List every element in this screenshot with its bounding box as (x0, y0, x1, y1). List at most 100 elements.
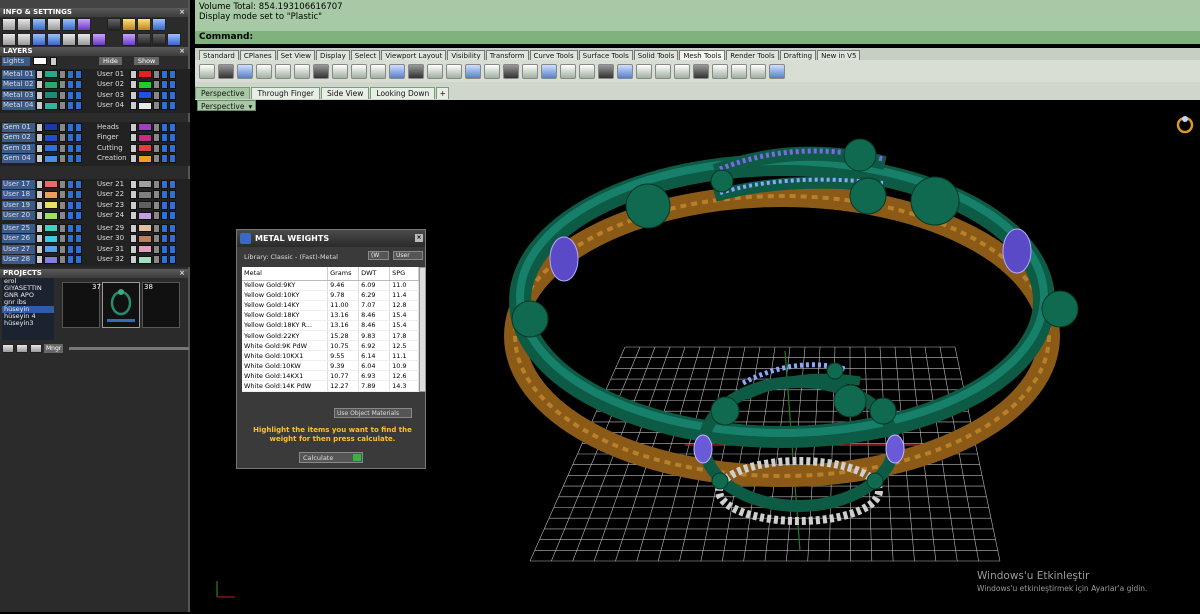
project-thumbnail[interactable] (102, 282, 140, 328)
visibility-toggle[interactable] (67, 190, 74, 199)
mesh-cylinder-icon[interactable] (579, 64, 595, 79)
lock-icon[interactable] (59, 101, 66, 110)
mesh-torus-icon[interactable] (560, 64, 576, 79)
layer-color-swatch[interactable] (138, 180, 152, 188)
project-list[interactable]: erolGIYASETTINGNR APOgnr ibshüseyinhüsey… (2, 278, 54, 340)
layer-name[interactable]: User 28 (2, 255, 35, 264)
lock-icon[interactable] (59, 224, 66, 233)
layer-arrow[interactable] (130, 234, 137, 243)
lock-icon[interactable] (153, 234, 160, 243)
layer-name[interactable]: Gem 03 (2, 144, 35, 153)
layer-name[interactable]: User 24 (96, 211, 129, 220)
add-project-button[interactable] (2, 344, 14, 353)
visibility-toggle[interactable] (67, 234, 74, 243)
filter-icon[interactable] (62, 33, 76, 46)
viewport-label[interactable]: Perspective▾ (197, 100, 256, 111)
layer-arrow[interactable] (130, 123, 137, 132)
layer-name[interactable]: Metal 03 (2, 91, 35, 100)
layer-name[interactable]: User 01 (96, 70, 129, 79)
select-toggle[interactable] (169, 70, 176, 79)
table-row[interactable]: Yellow Gold:14KY11.007.0712.8 (242, 300, 419, 310)
visibility-toggle[interactable] (161, 211, 168, 220)
gem-icon[interactable] (77, 18, 91, 31)
lock-icon[interactable] (153, 190, 160, 199)
lock-icon[interactable] (153, 211, 160, 220)
mesh-unweld-icon[interactable] (389, 64, 405, 79)
layer-color-swatch[interactable] (138, 191, 152, 199)
lock-icon[interactable] (153, 101, 160, 110)
layer-color-swatch[interactable] (138, 201, 152, 209)
layer-row[interactable]: User 17 (2, 179, 92, 190)
visibility-toggle[interactable] (67, 255, 74, 264)
layer-arrow[interactable] (130, 180, 137, 189)
layer-arrow[interactable] (36, 224, 43, 233)
visibility-toggle[interactable] (67, 201, 74, 210)
layer-arrow[interactable] (36, 211, 43, 220)
layer-color-swatch[interactable] (138, 102, 152, 110)
visibility-toggle[interactable] (67, 123, 74, 132)
layer-arrow[interactable] (130, 211, 137, 220)
visibility-toggle[interactable] (161, 224, 168, 233)
up-button[interactable] (16, 344, 28, 353)
lock-icon[interactable] (153, 133, 160, 142)
lock-icon[interactable] (153, 224, 160, 233)
lock-icon[interactable] (59, 234, 66, 243)
layer-row[interactable]: Metal 03 (2, 90, 92, 101)
mesh-split-icon[interactable] (408, 64, 424, 79)
layer-name[interactable]: Gem 02 (2, 133, 35, 142)
layer-arrow[interactable] (130, 70, 137, 79)
layer-color-swatch[interactable] (44, 134, 58, 142)
layer-row[interactable]: User 20 (2, 211, 92, 222)
lock-icon[interactable] (153, 144, 160, 153)
table-scrollbar[interactable] (419, 267, 426, 392)
toolbar-tab[interactable]: Standard (199, 50, 239, 60)
mesh-from-surface-icon[interactable] (237, 64, 253, 79)
lock-icon[interactable] (153, 255, 160, 264)
command-line[interactable]: Command: (195, 31, 1200, 44)
table-row[interactable]: Yellow Gold:18KY13.168.4615.4 (242, 310, 419, 320)
select-toggle[interactable] (169, 255, 176, 264)
column-header[interactable]: Metal (242, 267, 328, 280)
viewport-tab[interactable]: Perspective (195, 87, 250, 99)
layer-row[interactable]: User 21 (96, 179, 186, 190)
layer-color-swatch[interactable] (44, 70, 58, 78)
select-toggle[interactable] (169, 245, 176, 254)
mesh-match-icon[interactable] (655, 64, 671, 79)
lock-icon[interactable] (153, 91, 160, 100)
layer-row[interactable]: User 29 (96, 223, 186, 234)
lock-icon[interactable] (59, 80, 66, 89)
layer-row[interactable]: User 02 (96, 80, 186, 91)
table-row[interactable]: Yellow Gold:9KY9.466.0911.0 (242, 280, 419, 290)
thumb-size-slider[interactable] (69, 347, 189, 350)
lock-icon[interactable] (59, 154, 66, 163)
layer-arrow[interactable] (130, 80, 137, 89)
visibility-toggle[interactable] (67, 70, 74, 79)
layer-name[interactable]: User 30 (96, 234, 129, 243)
mesh-join-icon[interactable] (427, 64, 443, 79)
layer-row[interactable]: Gem 04 (2, 154, 92, 165)
mesh-sphere-icon[interactable] (541, 64, 557, 79)
layer-arrow[interactable] (130, 144, 137, 153)
layer-color-swatch[interactable] (138, 144, 152, 152)
layer-name[interactable]: User 23 (96, 201, 129, 210)
table-row[interactable]: White Gold:10KX19.556.1411.1 (242, 351, 419, 361)
visibility-toggle[interactable] (161, 70, 168, 79)
layer-arrow[interactable] (36, 234, 43, 243)
table-row[interactable]: Yellow Gold:22KY15.289.8317.8 (242, 330, 419, 340)
layer-name[interactable]: Heads (96, 123, 129, 132)
visibility-toggle[interactable] (67, 101, 74, 110)
layer-name[interactable]: Metal 04 (2, 101, 35, 110)
visibility-toggle[interactable] (161, 101, 168, 110)
lock-icon[interactable] (59, 211, 66, 220)
layer-name[interactable]: User 22 (96, 190, 129, 199)
lock-icon[interactable] (59, 144, 66, 153)
layer-row[interactable]: Creation (96, 154, 186, 165)
select-toggle[interactable] (75, 144, 82, 153)
layer-arrow[interactable] (36, 255, 43, 264)
wand-icon[interactable] (351, 64, 367, 79)
lock-icon[interactable] (153, 80, 160, 89)
select-toggle[interactable] (169, 133, 176, 142)
layer-arrow[interactable] (36, 123, 43, 132)
mesh-box-icon[interactable] (503, 64, 519, 79)
column-header[interactable]: SPG (390, 267, 419, 280)
